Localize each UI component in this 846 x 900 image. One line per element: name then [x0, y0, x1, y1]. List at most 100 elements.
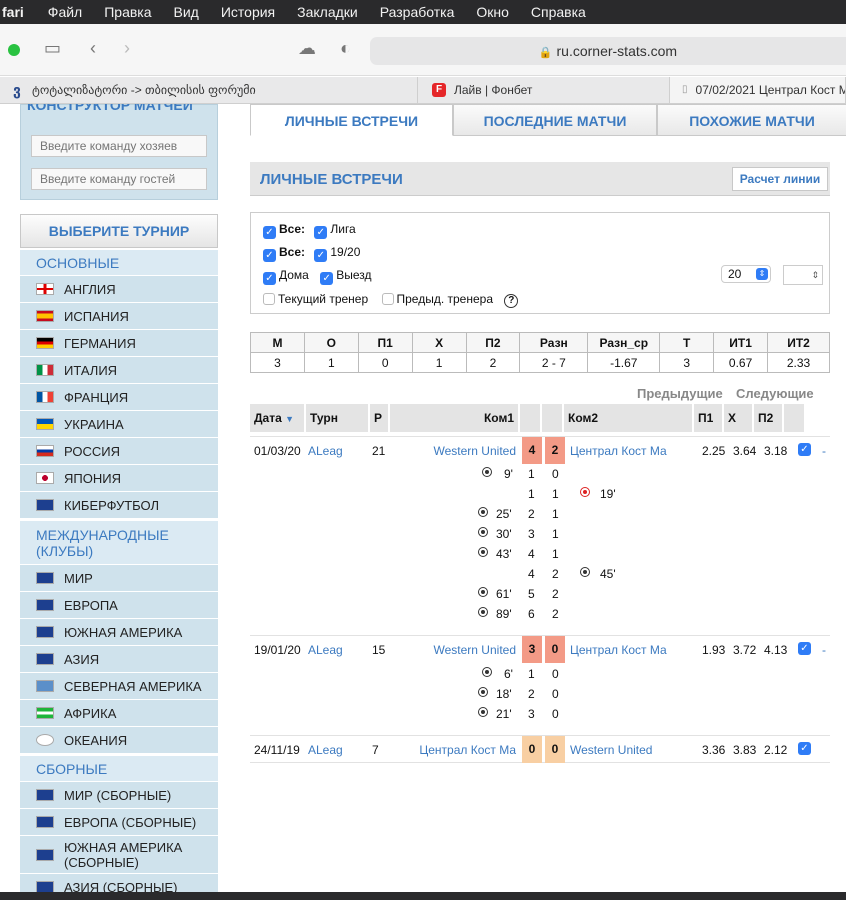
row-checkbox[interactable]: ✓	[798, 742, 811, 755]
menu-edit[interactable]: Правка	[104, 4, 151, 20]
shield-icon[interactable]: ◐	[340, 38, 351, 59]
label: Все:	[279, 222, 306, 236]
goal-score-home: 2	[528, 507, 535, 521]
tournament-link[interactable]: ALeag	[308, 643, 343, 657]
menu-view[interactable]: Вид	[174, 4, 199, 20]
label: 19/20	[330, 245, 361, 259]
forward-icon[interactable]: ›	[124, 38, 130, 59]
cloud-icon[interactable]: ☁	[298, 38, 316, 59]
menu-help[interactable]: Справка	[531, 4, 586, 20]
sidebar-item-europe[interactable]: ЕВРОПА	[20, 592, 218, 619]
match-date: 01/03/20	[254, 444, 301, 458]
tab-forum[interactable]: ვ ტოტალიზატორი -> თბილისის ფორუმი	[0, 77, 418, 103]
stats-header: Т	[659, 332, 715, 353]
sidebar-item-world-national[interactable]: МИР (СБОРНЫЕ)	[20, 782, 218, 809]
team2-link[interactable]: Western United	[570, 743, 652, 757]
next-link[interactable]: Следующие	[736, 386, 814, 401]
team1-link[interactable]: Western United	[434, 444, 516, 458]
sidebar-item-japan[interactable]: ЯПОНИЯ	[20, 465, 218, 492]
all-league-checkbox[interactable]: ✓	[263, 226, 276, 239]
row-checkbox[interactable]: ✓	[798, 443, 811, 456]
section-national-teams[interactable]: СБОРНЫЕ	[20, 756, 218, 782]
world-icon	[36, 572, 54, 584]
team2-link[interactable]: Централ Кост Ма	[570, 643, 667, 657]
table-row[interactable]: 19/01/20 ALeag 15 Western United 3 0 Цен…	[250, 635, 830, 663]
sidebar-item-russia[interactable]: РОССИЯ	[20, 438, 218, 465]
number-stepper[interactable]: ⇕	[783, 265, 823, 285]
help-icon[interactable]: ?	[504, 294, 519, 308]
sidebar-toggle-icon[interactable]: ▭	[44, 38, 61, 59]
menu-history[interactable]: История	[221, 4, 275, 20]
sidebar-item-south-america-national[interactable]: ЮЖНАЯ АМЕРИКА (СБОРНЫЕ)	[20, 836, 218, 874]
odds-p2: 4.13	[764, 643, 788, 657]
menu-bookmarks[interactable]: Закладки	[297, 4, 358, 20]
tab-last-matches[interactable]: ПОСЛЕДНИЕ МАТЧИ	[453, 104, 657, 136]
table-row[interactable]: 01/03/20 ALeag 21 Western United 4 2 Цен…	[250, 436, 830, 464]
season-checkbox[interactable]: ✓	[314, 249, 328, 262]
home-team-input[interactable]	[31, 135, 207, 157]
menu-window[interactable]: Окно	[476, 4, 509, 20]
match-date: 19/01/20	[254, 643, 301, 657]
current-coach-checkbox[interactable]	[263, 293, 275, 305]
address-bar[interactable]: 🔒 ru.corner-stats.com	[370, 37, 846, 65]
away-team-input[interactable]	[31, 168, 207, 190]
sidebar-item-south-america[interactable]: ЮЖНАЯ АМЕРИКА	[20, 619, 218, 646]
sidebar-item-africa[interactable]: АФРИКА	[20, 700, 218, 727]
team1-link[interactable]: Централ Кост Ма	[419, 743, 516, 757]
tab-fonbet[interactable]: F Лайв | Фонбет	[418, 77, 670, 103]
home-checkbox[interactable]: ✓	[263, 272, 276, 285]
back-icon[interactable]: ‹	[90, 38, 96, 59]
sidebar-item-world[interactable]: МИР	[20, 565, 218, 592]
window-zoom-button[interactable]	[8, 44, 20, 56]
menu-file[interactable]: Файл	[48, 4, 82, 20]
team1-link[interactable]: Western United	[434, 643, 516, 657]
tournament-link[interactable]: ALeag	[308, 743, 343, 757]
sidebar-item-oceania[interactable]: ОКЕАНИЯ	[20, 727, 218, 754]
menu-develop[interactable]: Разработка	[380, 4, 455, 20]
stats-value: 2 - 7	[519, 352, 589, 373]
sidebar-item-north-america[interactable]: СЕВЕРНАЯ АМЕРИКА	[20, 673, 218, 700]
tab-similar-matches[interactable]: ПОХОЖИЕ МАТЧИ	[657, 104, 846, 136]
item-label: АЗИЯ	[64, 651, 100, 667]
row-link[interactable]: -	[822, 643, 826, 657]
table-row[interactable]: 24/11/19 ALeag 7 Централ Кост Ма 0 0 Wes…	[250, 735, 830, 763]
goal-minute: 61'	[496, 587, 512, 601]
match-count-select[interactable]: 20 ⇕	[721, 265, 771, 283]
sidebar-item-ukraine[interactable]: УКРАИНА	[20, 411, 218, 438]
item-label: СЕВЕРНАЯ АМЕРИКА	[64, 678, 202, 694]
sidebar-item-europe-national[interactable]: ЕВРОПА (СБОРНЫЕ)	[20, 809, 218, 836]
sidebar-item-germany[interactable]: ГЕРМАНИЯ	[20, 330, 218, 357]
tab-head-to-head[interactable]: ЛИЧНЫЕ ВСТРЕЧИ	[250, 104, 453, 136]
row-link[interactable]: -	[822, 444, 826, 458]
previous-link[interactable]: Предыдущие	[637, 386, 723, 401]
sidebar-item-cyberfootball[interactable]: КИБЕРФУТБОЛ	[20, 492, 218, 519]
goal-score-home: 6	[528, 607, 535, 621]
ball-icon	[478, 527, 488, 537]
sidebar-item-asia[interactable]: АЗИЯ	[20, 646, 218, 673]
goal-score-home: 1	[528, 667, 535, 681]
sidebar-item-spain[interactable]: ИСПАНИЯ	[20, 303, 218, 330]
col-date[interactable]: Дата ▼	[250, 404, 306, 432]
sidebar-item-italy[interactable]: ИТАЛИЯ	[20, 357, 218, 384]
item-label: АФРИКА	[64, 705, 117, 721]
sidebar-item-france[interactable]: ФРАНЦИЯ	[20, 384, 218, 411]
row-checkbox[interactable]: ✓	[798, 642, 811, 655]
goal-event: 18' 2 0	[250, 684, 830, 704]
away-checkbox[interactable]: ✓	[320, 272, 334, 285]
league-checkbox[interactable]: ✓	[314, 226, 328, 239]
app-name[interactable]: fari	[2, 4, 24, 20]
tab-corner-stats[interactable]: ▯ 07/02/2021 Централ Кост М	[670, 77, 846, 103]
team2-link[interactable]: Централ Кост Ма	[570, 444, 667, 458]
select-value: 20	[728, 267, 742, 281]
score1: 4	[522, 437, 542, 464]
section-main[interactable]: ОСНОВНЫЕ	[20, 250, 218, 276]
select-tournament-button[interactable]: ВЫБЕРИТЕ ТУРНИР	[20, 214, 218, 248]
section-international-clubs[interactable]: МЕЖДУНАРОДНЫЕ (КЛУБЫ)	[20, 521, 218, 565]
prev-coach-checkbox[interactable]	[381, 293, 394, 305]
calc-line-button[interactable]: Расчет линии	[732, 167, 828, 191]
sidebar-item-england[interactable]: АНГЛИЯ	[20, 276, 218, 303]
label: Выезд	[336, 268, 372, 282]
tournament-link[interactable]: ALeag	[308, 444, 343, 458]
all-season-checkbox[interactable]: ✓	[263, 249, 276, 262]
web-page: КОНСТРУКТОР МАТЧЕЙ ВЫБЕРИТЕ ТУРНИР ОСНОВ…	[0, 104, 846, 900]
